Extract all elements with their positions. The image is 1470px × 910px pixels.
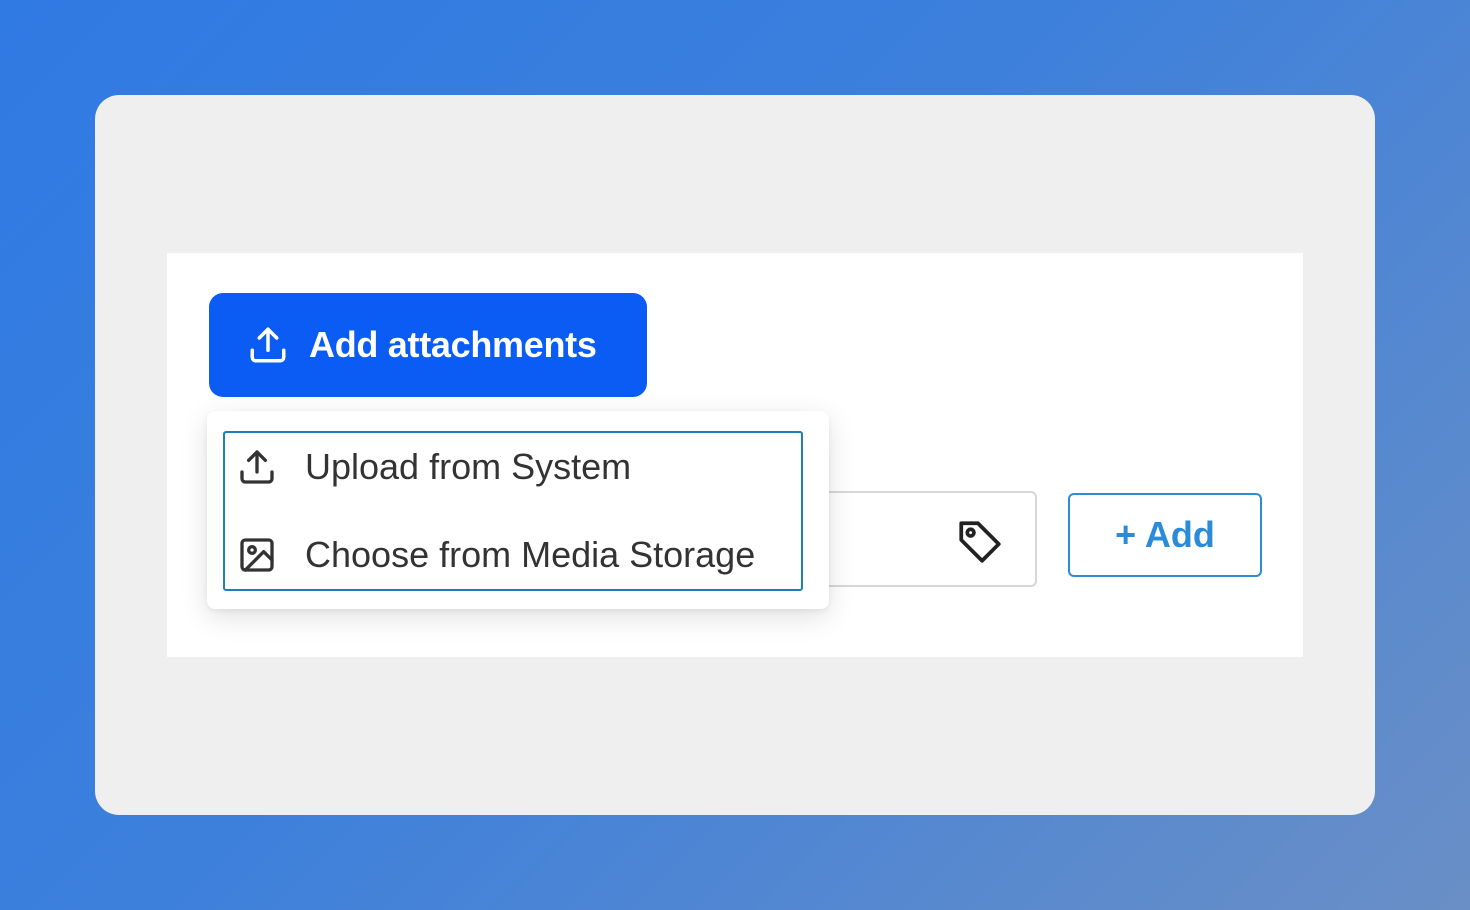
menu-item-label: Upload from System [305, 446, 632, 487]
upload-icon [237, 447, 277, 487]
add-attachments-label: Add attachments [309, 324, 597, 365]
menu-item-choose-from-media-storage[interactable]: Choose from Media Storage [237, 525, 755, 585]
attachments-dropdown: Upload from System Choose from Media Sto… [207, 411, 829, 609]
attachments-panel: Add attachments + Add Upload from System… [167, 253, 1303, 657]
menu-item-label: Choose from Media Storage [305, 534, 756, 575]
upload-icon [247, 324, 289, 366]
image-icon [237, 535, 277, 575]
tag-icon[interactable] [955, 517, 1005, 567]
add-button[interactable]: + Add [1068, 493, 1262, 577]
card: Add attachments + Add Upload from System… [95, 95, 1375, 815]
add-attachments-button[interactable]: Add attachments [209, 293, 647, 397]
dropdown-menu: Upload from System Choose from Media Sto… [223, 431, 803, 591]
menu-item-upload-from-system[interactable]: Upload from System [237, 437, 631, 497]
